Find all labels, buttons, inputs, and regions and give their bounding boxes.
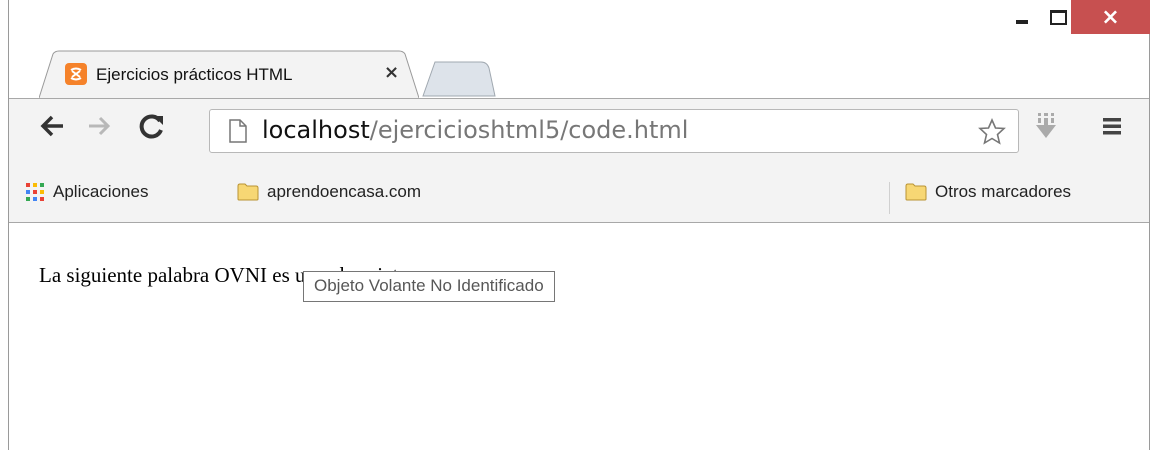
bookmark-item[interactable]: aprendoencasa.com: [237, 182, 421, 202]
bookmark-label: aprendoencasa.com: [267, 182, 422, 201]
reload-icon: [139, 114, 163, 139]
menu-icon: [1103, 118, 1121, 135]
url-path: /ejercicioshtml5/code.html: [369, 116, 689, 144]
bookmark-apps[interactable]: Aplicaciones: [25, 182, 148, 202]
folder-icon: [905, 183, 927, 201]
reload-button[interactable]: [135, 109, 169, 143]
maximize-icon: [1049, 9, 1067, 25]
bookmark-other-label: Otros marcadores: [935, 182, 1072, 201]
minimize-button[interactable]: [1005, 0, 1039, 34]
back-arrow-icon: [40, 115, 63, 137]
page-content: La siguiente palabra OVNI es una abrevia…: [9, 223, 1149, 450]
star-icon[interactable]: [978, 118, 1006, 146]
abbr-tooltip: Objeto Volante No Identificado: [303, 271, 555, 302]
browser-toolbar: localhost/ejercicioshtml5/code.html: [9, 98, 1149, 175]
apps-grid-icon: [26, 183, 44, 201]
menu-button[interactable]: [1095, 109, 1129, 143]
forward-button[interactable]: [83, 109, 117, 143]
folder-icon: [237, 183, 259, 201]
bookmark-apps-label: Aplicaciones: [53, 182, 149, 201]
url-text: localhost/ejercicioshtml5/code.html: [262, 116, 688, 144]
forward-arrow-icon: [89, 116, 111, 136]
url-host: localhost: [262, 116, 370, 144]
close-window-button[interactable]: ×: [1071, 0, 1150, 34]
close-icon: ×: [1101, 4, 1120, 30]
bookmarks-separator: [889, 182, 890, 214]
title-bar: × Ejercicios prácticos HTML ×: [9, 0, 1150, 100]
address-bar[interactable]: localhost/ejercicioshtml5/code.html: [209, 109, 1019, 153]
download-icon: [1036, 113, 1056, 138]
tab-active[interactable]: Ejercicios prácticos HTML ×: [39, 50, 419, 98]
page-icon: [229, 119, 247, 143]
download-button[interactable]: [1029, 109, 1063, 143]
bookmark-other[interactable]: Otros marcadores: [905, 182, 1071, 202]
back-button[interactable]: [35, 109, 69, 143]
xampp-icon: [65, 63, 87, 85]
tab-close-icon[interactable]: ×: [384, 62, 399, 83]
tab-title: Ejercicios prácticos HTML: [96, 65, 293, 84]
browser-window: × Ejercicios prácticos HTML × localhost/…: [8, 0, 1150, 450]
new-tab-button[interactable]: [421, 60, 497, 98]
minimize-icon: [1016, 20, 1028, 24]
bookmarks-bar: Aplicaciones aprendoencasa.com Otros mar…: [9, 174, 1149, 223]
